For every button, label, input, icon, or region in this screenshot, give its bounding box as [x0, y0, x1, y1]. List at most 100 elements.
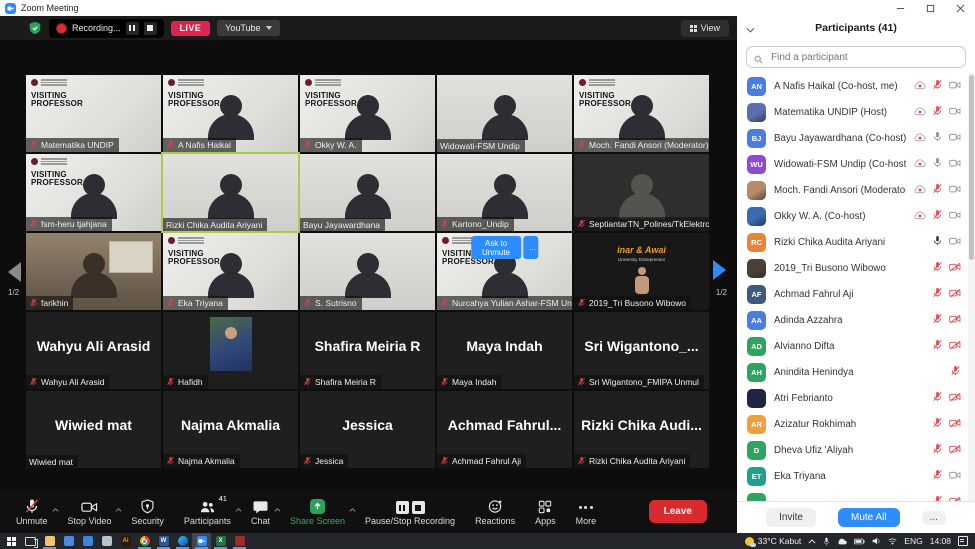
battery-tray-icon[interactable] — [854, 538, 865, 545]
video-tile-kartono-undip[interactable]: Kartono_Undip — [437, 154, 572, 231]
video-tile-s-sutrisno[interactable]: S. Sutrisno — [300, 233, 435, 310]
security-button[interactable]: Security — [121, 490, 174, 533]
video-tile-septiantartn-polines-tkelektro[interactable]: SeptiantarTN_Polines/TkElektro — [574, 154, 709, 231]
participant-row-widowati-fsm-undip-co-host[interactable]: WUWidowati-FSM Undip (Co-host) — [737, 151, 975, 177]
previous-page-arrow[interactable] — [8, 262, 21, 282]
video-tile-sri-wigantono-fmipa-unmul[interactable]: Sri Wigantono_...Sri Wigantono_FMIPA Unm… — [574, 312, 709, 389]
tile-more-button[interactable]: ... — [523, 236, 538, 259]
language-indicator[interactable]: ENG — [904, 536, 922, 546]
mic-icon — [932, 155, 943, 173]
apps-button[interactable]: Apps — [525, 490, 566, 533]
participant-row-a-nafis-haikal-co-host-me[interactable]: ANA Nafis Haikal (Co-host, me) — [737, 73, 975, 99]
more-options-button[interactable]: ... — [922, 511, 946, 525]
stop-video-button[interactable]: Stop Video — [58, 490, 122, 533]
participant-row-okky-w-a-co-host[interactable]: Okky W. A. (Co-host) — [737, 203, 975, 229]
video-tile-widowati-fsm-undip[interactable]: Widowati-FSM Undip — [437, 75, 572, 152]
apps-icon — [538, 497, 552, 514]
chat-button[interactable]: Chat — [241, 490, 280, 533]
microphone-tray-icon[interactable] — [823, 537, 830, 546]
unmute-button[interactable]: Unmute — [6, 490, 58, 533]
participant-row-achmad-fahrul-aji[interactable]: AFAchmad Fahrul Aji — [737, 281, 975, 307]
participant-row-rizki-chika-audita-ariyani[interactable]: RCRizki Chika Audita Ariyani — [737, 229, 975, 255]
video-tile-shafira-meiria-r[interactable]: Shafira Meiria RShafira Meiria R — [300, 312, 435, 389]
illustrator-icon[interactable]: Ai — [116, 533, 135, 549]
start-icon[interactable] — [2, 533, 21, 549]
video-tile-moch-fandi-ansori-moderator[interactable]: VISITING PROFESSORMoch. Fandi Ansori (Mo… — [574, 75, 709, 152]
participants-scrollbar[interactable] — [969, 75, 974, 260]
participants-button[interactable]: 41Participants — [174, 490, 241, 533]
chrome-icon[interactable] — [135, 533, 154, 549]
participant-row-moch-fandi-ansori-moderator-co-host[interactable]: Moch. Fandi Ansori (Moderator) (Co-host) — [737, 177, 975, 203]
close-button[interactable] — [945, 0, 975, 16]
video-tile-okky-w-a[interactable]: VISITING PROFESSOROkky W. A. — [300, 75, 435, 152]
participant-row-adinda-azzahra[interactable]: AAAdinda Azzahra — [737, 307, 975, 333]
app-tile-icon: X — [216, 536, 226, 546]
share-screen-button[interactable]: Share Screen — [280, 490, 355, 533]
participant-row-bayu-jayawardhana-co-host[interactable]: BJBayu Jayawardhana (Co-host) — [737, 125, 975, 151]
next-page-arrow[interactable] — [713, 260, 726, 280]
mute-all-button[interactable]: Mute All — [838, 508, 900, 527]
video-tile-matematika-undip[interactable]: VISITING PROFESSORMatematika UNDIP — [26, 75, 161, 152]
video-tile-eka-triyana[interactable]: VISITING PROFESSOREka Triyana — [163, 233, 298, 310]
video-tile-farikhin[interactable]: farikhin — [26, 233, 161, 310]
more-button[interactable]: More — [566, 490, 607, 533]
mail-icon[interactable] — [78, 533, 97, 549]
video-tile-wahyu-ali-arasid[interactable]: Wahyu Ali ArasidWahyu Ali Arasid — [26, 312, 161, 389]
file-explorer-icon[interactable] — [40, 533, 59, 549]
hidden-icons-chevron[interactable] — [808, 539, 816, 544]
tile-name-text: farikhin — [41, 298, 68, 308]
participants-list: ANA Nafis Haikal (Co-host, me)Matematika… — [737, 73, 975, 501]
speaker-tray-icon[interactable] — [872, 537, 881, 545]
collapse-panel-icon[interactable] — [746, 24, 755, 36]
clock[interactable]: 14:08 — [930, 536, 951, 546]
app-tile-icon — [235, 536, 245, 546]
minimize-button[interactable] — [885, 0, 915, 16]
excel-icon[interactable]: X — [211, 533, 230, 549]
participant-row-anindita-henindya[interactable]: AHAnindita Henindya — [737, 359, 975, 385]
participant-row-eka-triyana[interactable]: ETEka Triyana — [737, 463, 975, 489]
network-tray-icon[interactable] — [888, 537, 897, 545]
participant-row-alvianno-difta[interactable]: ADAlvianno Difta — [737, 333, 975, 359]
reactions-button[interactable]: Reactions — [465, 490, 525, 533]
video-tile-najma-akmalia[interactable]: Najma AkmaliaNajma Akmalia — [163, 391, 298, 468]
search-input[interactable] — [746, 46, 966, 68]
video-tile-jessica[interactable]: JessicaJessica — [300, 391, 435, 468]
maximize-button[interactable] — [915, 0, 945, 16]
participant-row-dheva-ufiz-aliyah[interactable]: DDheva Ufiz 'Aliyah — [737, 437, 975, 463]
invite-button[interactable]: Invite — [766, 508, 816, 527]
video-tile-achmad-fahrul-aji[interactable]: Achmad Fahrul...Achmad Fahrul Aji — [437, 391, 572, 468]
leave-button[interactable]: Leave — [649, 500, 707, 523]
video-tile-fsm-heru-tjahjana[interactable]: VISITING PROFESSORfsm-heru tjahjana — [26, 154, 161, 231]
onenote-icon[interactable] — [97, 533, 116, 549]
video-tile-nurcahya-yulian-ashar-fsm-un[interactable]: VISITING PROFESSORAsk to Unmute...Nurcah… — [437, 233, 572, 310]
participant-row-2019-tri-busono-wibowo[interactable]: 2019_Tri Busono Wibowo — [737, 255, 975, 281]
pause-stop-recording-button[interactable]: Pause/Stop Recording — [355, 490, 465, 533]
weather-widget[interactable]: 33°C Kabut — [745, 536, 802, 546]
participant-row-azizatur-rokhimah[interactable]: ARAzizatur Rokhimah — [737, 411, 975, 437]
video-tile-maya-indah[interactable]: Maya IndahMaya Indah — [437, 312, 572, 389]
zoom-icon[interactable] — [192, 533, 211, 549]
word-icon[interactable]: W — [154, 533, 173, 549]
video-tile-rizki-chika-audita-ariyani[interactable]: Rizki Chika Audita Ariyani — [163, 154, 298, 231]
edge-icon[interactable] — [173, 533, 192, 549]
stop-recording-button[interactable] — [144, 22, 157, 35]
video-tile-bayu-jayawardhana[interactable]: Bayu Jayawardhana — [300, 154, 435, 231]
video-tile-wiwied-mat[interactable]: Wiwied matWiwied mat — [26, 391, 161, 468]
youtube-stream-dropdown[interactable]: YouTube — [217, 20, 279, 36]
encryption-shield-icon[interactable] — [28, 21, 42, 35]
participant-row-atri-febrianto[interactable]: Atri Febrianto — [737, 385, 975, 411]
video-tile-a-nafis-haikal[interactable]: VISITING PROFESSORA Nafis Haikal — [163, 75, 298, 152]
red-app-icon[interactable] — [230, 533, 249, 549]
onedrive-tray-icon[interactable] — [837, 538, 847, 545]
video-tile-2019-tri-busono-wibowo[interactable]: inar & AwaiUniversity Entrepreneur2019_T… — [574, 233, 709, 310]
participant-row-matematika-undip-host[interactable]: Matematika UNDIP (Host) — [737, 99, 975, 125]
participant-row[interactable] — [737, 489, 975, 501]
video-tile-rizki-chika-audita-ariyani[interactable]: Rizki Chika Audi...Rizki Chika Audita Ar… — [574, 391, 709, 468]
video-tile-hafidh[interactable]: Hafidh — [163, 312, 298, 389]
photos-icon[interactable] — [59, 533, 78, 549]
ask-to-unmute-button[interactable]: Ask to Unmute — [471, 236, 522, 259]
notifications-icon[interactable] — [958, 536, 968, 546]
view-button[interactable]: View — [681, 20, 729, 37]
pause-recording-button[interactable] — [126, 22, 139, 35]
task-view-icon[interactable] — [21, 533, 40, 549]
